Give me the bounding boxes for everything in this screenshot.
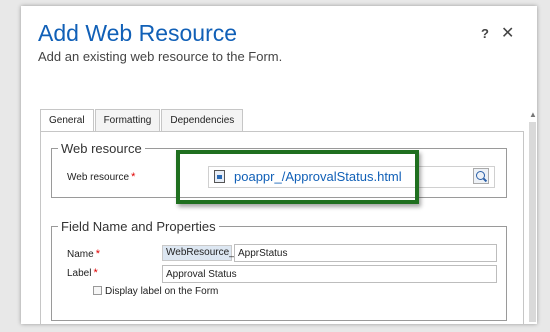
help-button[interactable]: ? <box>481 26 489 41</box>
highlight-box <box>176 150 419 204</box>
dialog-subtitle: Add an existing web resource to the Form… <box>38 49 283 64</box>
required-marker: * <box>131 171 136 183</box>
field-properties-legend: Field Name and Properties <box>61 219 216 234</box>
web-resource-legend: Web resource <box>61 141 142 156</box>
name-input[interactable] <box>234 244 497 262</box>
label-input[interactable] <box>162 265 497 283</box>
display-label-checkbox[interactable] <box>93 286 102 295</box>
scroll-up-icon[interactable]: ▲ <box>529 110 537 119</box>
scroll-thumb[interactable] <box>529 122 536 322</box>
vertical-scrollbar[interactable]: ▲ <box>528 110 537 324</box>
dialog-title: Add Web Resource <box>38 20 238 46</box>
tab-dependencies[interactable]: Dependencies <box>161 109 244 132</box>
name-prefix: WebResource_ <box>162 245 235 261</box>
web-resource-label: Web resource * <box>67 171 136 183</box>
name-label: Name * <box>67 248 100 260</box>
required-marker: * <box>93 267 98 279</box>
label-label: Label * <box>67 267 98 279</box>
tab-formatting[interactable]: Formatting <box>94 109 161 132</box>
tab-general[interactable]: General <box>40 109 94 133</box>
close-icon[interactable]: ✕ <box>501 23 514 43</box>
required-marker: * <box>95 248 100 260</box>
lookup-search-icon[interactable] <box>473 168 489 184</box>
display-label-text: Display label on the Form <box>105 286 219 297</box>
tab-strip: General Formatting Dependencies <box>40 109 244 133</box>
